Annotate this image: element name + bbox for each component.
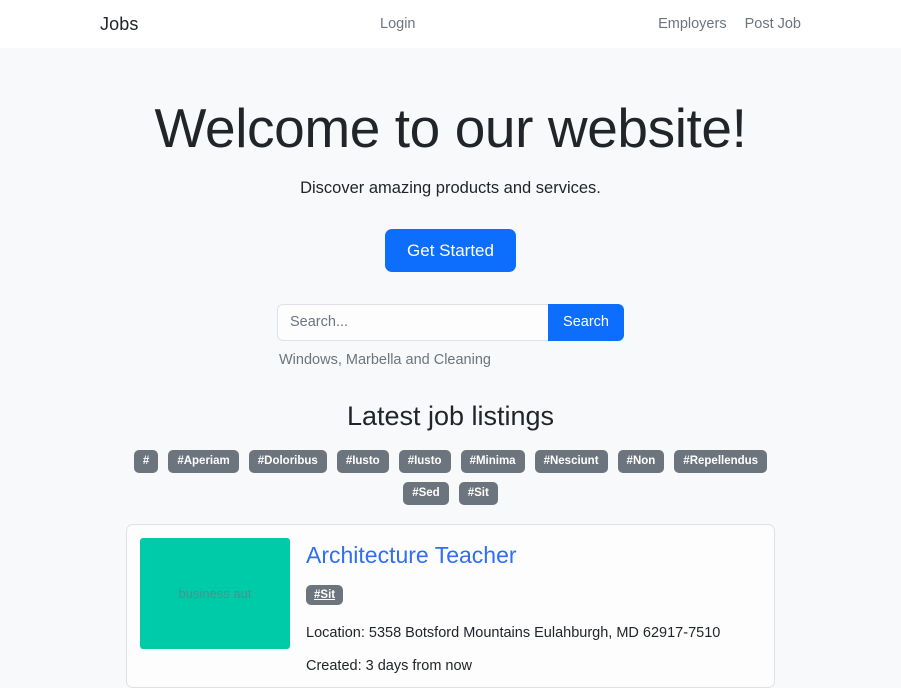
tag-filter-item[interactable]: #Nesciunt <box>534 449 608 473</box>
tag-filter-item[interactable]: #Sit <box>458 481 498 506</box>
hero-subtitle: Discover amazing products and services. <box>300 178 601 197</box>
nav-brand-jobs[interactable]: Jobs <box>100 14 138 35</box>
search-bar: Search <box>277 303 624 341</box>
get-started-button[interactable]: Get Started <box>385 228 516 272</box>
job-created: Created: 3 days from now <box>306 657 473 674</box>
job-thumbnail: business aut <box>140 538 290 650</box>
tag-filter-item[interactable]: #Sed <box>403 481 449 506</box>
job-tag-item[interactable]: #Sit <box>306 584 344 605</box>
search-button[interactable]: Search <box>548 303 624 341</box>
tag-filter-item[interactable]: #Aperiam <box>168 449 239 473</box>
job-tag-list: #Sit <box>306 584 761 605</box>
job-location: Location: 5358 Botsford Mountains Eulahb… <box>306 624 721 641</box>
tag-filter-item[interactable]: #Iusto <box>336 449 389 473</box>
nav-link-login[interactable]: Login <box>380 16 415 32</box>
page-content: Welcome to our website! Discover amazing… <box>0 48 901 688</box>
nav-center-links: Login <box>380 16 415 32</box>
job-card[interactable]: business aut Architecture Teacher #Sit L… <box>126 524 775 688</box>
tag-filter-list: # #Aperiam #Doloribus #Iusto #Iusto #Min… <box>120 449 781 506</box>
nav-right-links: Employers Post Job <box>658 16 801 32</box>
tag-filter-item[interactable]: #Repellendus <box>674 449 768 473</box>
navbar: Jobs Login Employers Post Job <box>0 0 901 48</box>
page-title: Welcome to our website! <box>154 97 747 159</box>
job-card-body: Architecture Teacher #Sit Location: 5358… <box>306 538 761 674</box>
search-suggestion-text: Windows, Marbella and Cleaning <box>279 351 491 368</box>
search-input[interactable] <box>277 303 549 341</box>
tag-filter-item[interactable]: #Non <box>617 449 665 473</box>
tag-filter-item[interactable]: # <box>133 449 159 473</box>
tag-filter-item[interactable]: #Doloribus <box>248 449 327 473</box>
nav-link-post-job[interactable]: Post Job <box>745 16 801 32</box>
nav-link-employers[interactable]: Employers <box>658 16 727 32</box>
tag-filter-item[interactable]: #Minima <box>460 449 525 473</box>
job-title-link[interactable]: Architecture Teacher <box>306 542 761 570</box>
tag-filter-item[interactable]: #Iusto <box>398 449 451 473</box>
hero-section: Welcome to our website! Discover amazing… <box>0 48 901 272</box>
section-title-latest-jobs: Latest job listings <box>346 400 555 431</box>
job-thumbnail-label: business aut <box>178 586 252 602</box>
